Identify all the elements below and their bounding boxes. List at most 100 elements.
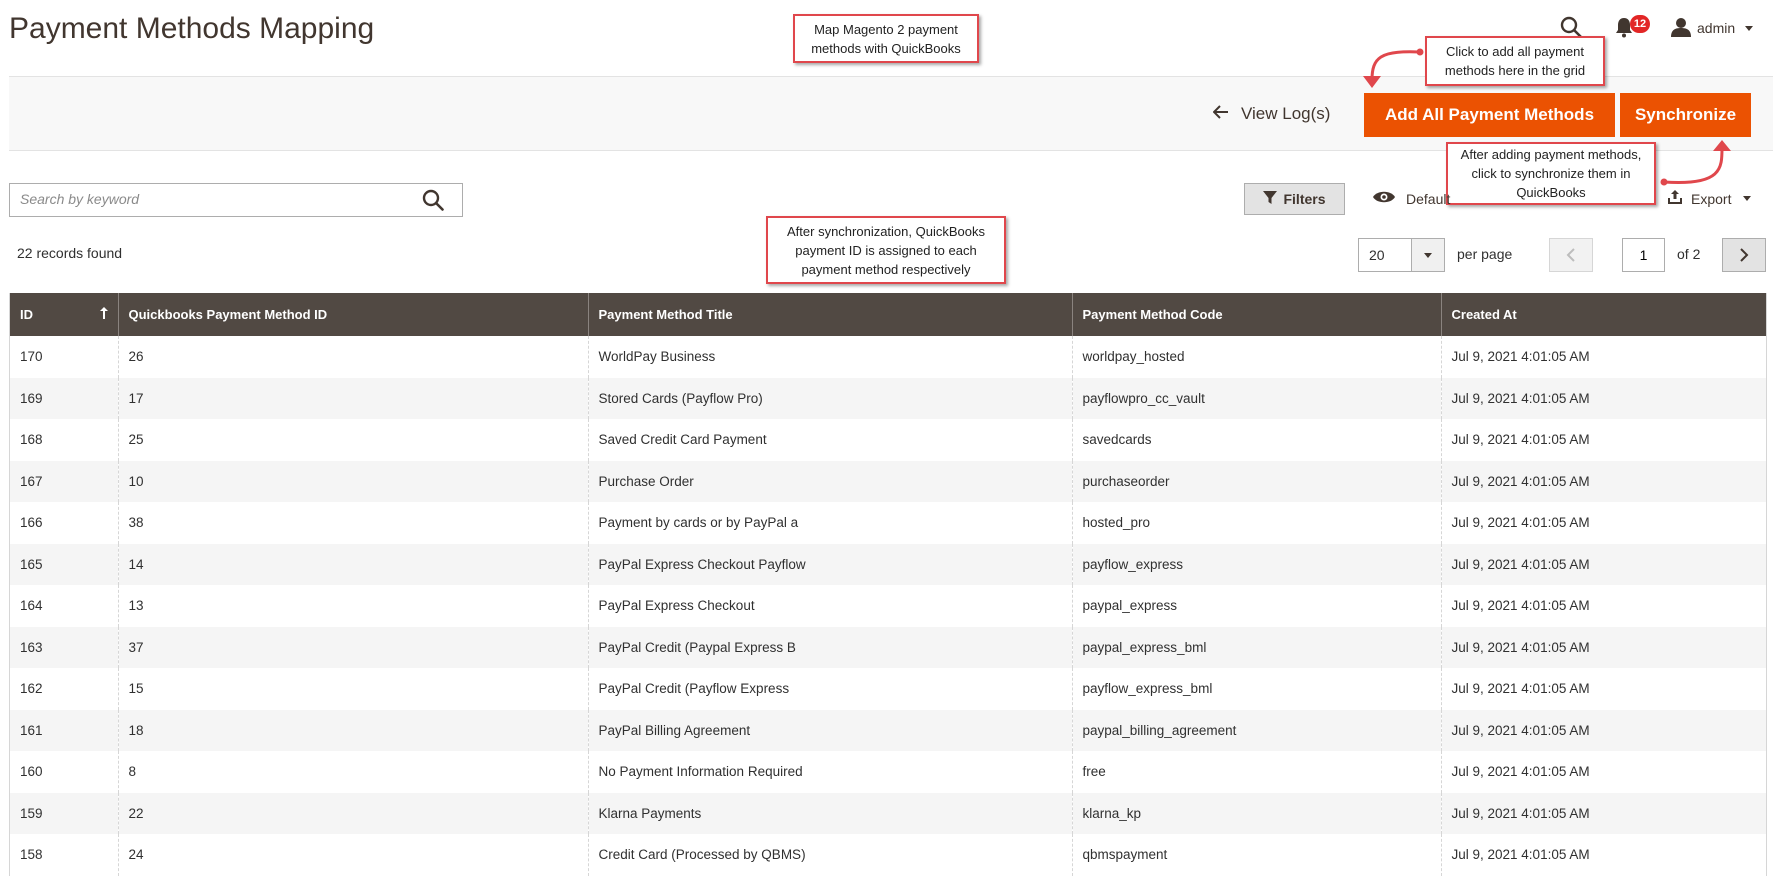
column-header-qb-payment-method-id[interactable]: Quickbooks Payment Method ID (117, 293, 588, 336)
cell-qb-payment-method-id: 8 (117, 751, 588, 793)
column-label-id: ID (20, 307, 33, 322)
callout-map-info: Map Magento 2 payment methods with Quick… (793, 14, 979, 63)
cell-qb-payment-method-id: 14 (117, 543, 588, 585)
cell-created-at: Jul 9, 2021 4:01:05 AM (1440, 626, 1766, 668)
search-box (9, 183, 463, 217)
chevron-down-icon (1745, 25, 1754, 31)
table-row[interactable]: 169 17 Stored Cards (Payflow Pro) payflowpr… (10, 377, 1766, 419)
cell-payment-method-code: paypal_billing_agreement (1071, 709, 1441, 751)
cell-qb-payment-method-id: 25 (117, 419, 588, 461)
column-header-payment-method-code[interactable]: Payment Method Code (1071, 293, 1441, 336)
cell-payment-method-title: PayPal Credit (Paypal Express B (587, 626, 1072, 668)
records-found: 22 records found (17, 245, 123, 261)
column-header-payment-method-title[interactable]: Payment Method Title (587, 293, 1072, 336)
table-row[interactable]: 159 22 Klarna Payments klarna_kp Jul 9, 2021… (10, 792, 1766, 834)
default-view-toggle[interactable]: Default (1372, 189, 1450, 208)
default-view-label: Default (1406, 190, 1451, 207)
column-header-created-at[interactable]: Created At (1440, 293, 1766, 336)
cell-id: 165 (10, 543, 118, 585)
admin-user-menu[interactable]: admin (1671, 17, 1754, 40)
cell-id: 158 (10, 834, 118, 876)
cell-payment-method-title: Stored Cards (Payflow Pro) (587, 377, 1072, 419)
cell-payment-method-title: Payment by cards or by PayPal a (587, 502, 1072, 544)
cell-payment-method-title: WorldPay Business (587, 336, 1072, 378)
cell-qb-payment-method-id: 38 (117, 502, 588, 544)
page-title: Payment Methods Mapping (9, 12, 375, 45)
cell-payment-method-code: qbmspayment (1071, 834, 1441, 876)
cell-payment-method-title: PayPal Billing Agreement (587, 709, 1072, 751)
cell-qb-payment-method-id: 15 (117, 668, 588, 710)
table-row[interactable]: 167 10 Purchase Order purchaseorder Jul 9, 2… (10, 460, 1766, 502)
table-row[interactable]: 166 38 Payment by cards or by PayPal a host… (10, 502, 1766, 544)
cell-payment-method-code: paypal_express (1071, 585, 1441, 627)
cell-id: 167 (10, 460, 118, 502)
previous-page-button[interactable] (1549, 238, 1593, 272)
cell-payment-method-code: payflow_express (1071, 543, 1441, 585)
cell-created-at: Jul 9, 2021 4:01:05 AM (1440, 460, 1766, 502)
table-row[interactable]: 161 18 PayPal Billing Agreement paypal_bill… (10, 709, 1766, 751)
cell-payment-method-code: savedcards (1071, 419, 1441, 461)
cell-id: 164 (10, 585, 118, 627)
payment-methods-grid: ID Quickbooks Payment Method ID Payment … (9, 293, 1767, 876)
chevron-down-icon (1411, 239, 1444, 271)
per-page-label: per page (1457, 246, 1513, 262)
cell-created-at: Jul 9, 2021 4:01:05 AM (1440, 419, 1766, 461)
cell-payment-method-code: payflow_express_bml (1071, 668, 1441, 710)
table-row[interactable]: 164 13 PayPal Express Checkout paypal_expre… (10, 585, 1766, 627)
per-page-value: 20 (1369, 247, 1385, 263)
table-row[interactable]: 160 8 No Payment Information Required free J… (10, 751, 1766, 793)
admin-username: admin (1697, 20, 1736, 36)
search-icon[interactable] (422, 189, 444, 214)
cell-payment-method-code: purchaseorder (1071, 460, 1441, 502)
per-page-select[interactable]: 20 (1358, 238, 1445, 272)
table-row[interactable]: 158 24 Credit Card (Processed by QBMS) qbms… (10, 834, 1766, 876)
cell-qb-payment-method-id: 18 (117, 709, 588, 751)
filters-label: Filters (1283, 191, 1326, 207)
cell-payment-method-code: free (1071, 751, 1441, 793)
cell-created-at: Jul 9, 2021 4:01:05 AM (1440, 792, 1766, 834)
cell-qb-payment-method-id: 13 (117, 585, 588, 627)
eye-icon (1372, 189, 1396, 208)
table-row[interactable]: 168 25 Saved Credit Card Payment savedcards… (10, 419, 1766, 461)
export-button[interactable]: Export (1667, 189, 1752, 208)
cell-qb-payment-method-id: 26 (117, 336, 588, 378)
search-input[interactable] (10, 184, 430, 214)
cell-created-at: Jul 9, 2021 4:01:05 AM (1440, 751, 1766, 793)
arrow-left-icon (1212, 104, 1229, 124)
callout-qb-id-info: After synchronization, QuickBooks paymen… (766, 216, 1006, 284)
cell-id: 159 (10, 792, 118, 834)
cell-qb-payment-method-id: 24 (117, 834, 588, 876)
total-pages-label: of 2 (1677, 246, 1701, 262)
cell-payment-method-title: Saved Credit Card Payment (587, 419, 1072, 461)
notification-count-badge[interactable]: 12 (1630, 15, 1650, 33)
cell-created-at: Jul 9, 2021 4:01:05 AM (1440, 709, 1766, 751)
table-row[interactable]: 165 14 PayPal Express Checkout Payflow payf… (10, 543, 1766, 585)
page-number-input[interactable] (1622, 238, 1665, 272)
table-row[interactable]: 170 26 WorldPay Business worldpay_hosted Jul… (10, 336, 1766, 378)
user-icon (1671, 17, 1691, 40)
export-icon (1667, 189, 1683, 208)
cell-id: 169 (10, 377, 118, 419)
cell-payment-method-title: Klarna Payments (587, 792, 1072, 834)
cell-payment-method-title: PayPal Express Checkout Payflow (587, 543, 1072, 585)
table-row[interactable]: 162 15 PayPal Credit (Payflow Express payfl… (10, 668, 1766, 710)
cell-id: 161 (10, 709, 118, 751)
cell-payment-method-title: Credit Card (Processed by QBMS) (587, 834, 1072, 876)
cell-qb-payment-method-id: 10 (117, 460, 588, 502)
cell-qb-payment-method-id: 17 (117, 377, 588, 419)
sort-ascending-icon (99, 307, 108, 322)
column-header-id[interactable]: ID (10, 293, 118, 336)
cell-id: 163 (10, 626, 118, 668)
view-logs-button[interactable]: View Log(s) (1212, 101, 1330, 127)
cell-payment-method-title: PayPal Express Checkout (587, 585, 1072, 627)
cell-payment-method-code: worldpay_hosted (1071, 336, 1441, 378)
callout-arrows (1363, 48, 1731, 186)
grid-header-row: ID Quickbooks Payment Method ID Payment … (10, 293, 1766, 336)
cell-payment-method-code: klarna_kp (1071, 792, 1441, 834)
export-label: Export (1691, 190, 1732, 207)
cell-id: 162 (10, 668, 118, 710)
table-row[interactable]: 163 37 PayPal Credit (Paypal Express Bpayp… (10, 626, 1766, 668)
filters-button[interactable]: Filters (1244, 183, 1345, 215)
cell-id: 170 (10, 336, 118, 378)
next-page-button[interactable] (1722, 238, 1766, 272)
